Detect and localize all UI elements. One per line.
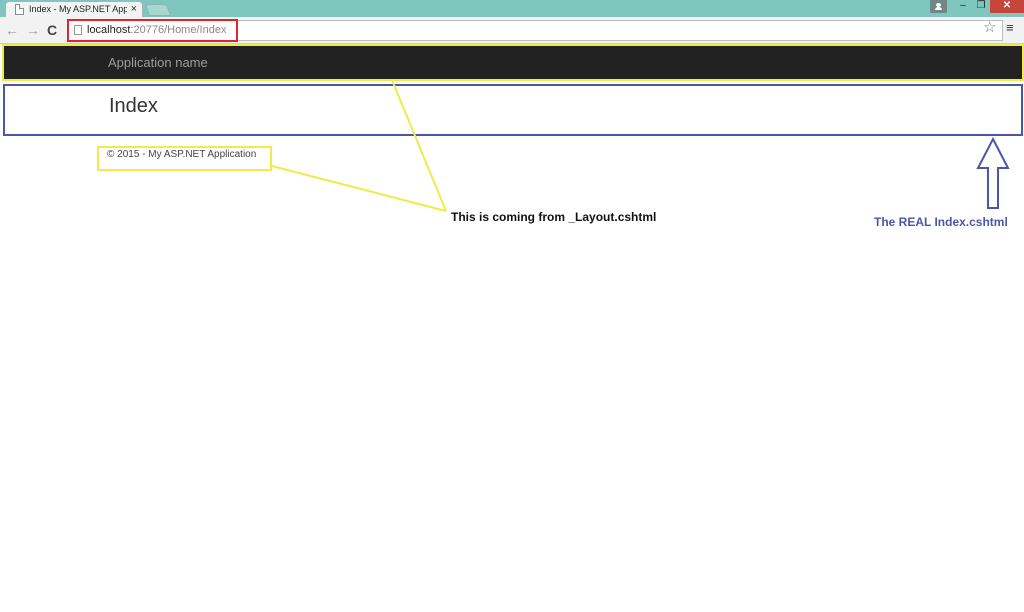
page-title: Index xyxy=(109,95,158,117)
profile-icon[interactable] xyxy=(930,0,947,13)
site-navbar: Application name xyxy=(2,44,1024,81)
index-content-box: Index xyxy=(3,84,1023,136)
browser-tab[interactable]: Index - My ASP.NET Appli × xyxy=(5,1,143,17)
browser-titlebar: Index - My ASP.NET Appli × – ❐ ✕ xyxy=(0,0,1024,17)
bookmark-star-icon[interactable]: ☆ xyxy=(983,19,996,37)
tab-title: Index - My ASP.NET Appli xyxy=(29,4,127,14)
close-window-button[interactable]: ✕ xyxy=(990,0,1024,13)
footer-text: © 2015 - My ASP.NET Application xyxy=(107,149,257,160)
new-tab-button[interactable] xyxy=(144,4,172,16)
index-annotation: The REAL Index.cshtml xyxy=(874,215,1008,229)
up-arrow-icon xyxy=(976,136,1010,209)
layout-annotation: This is coming from _Layout.cshtml xyxy=(451,210,657,224)
minimize-button[interactable]: – xyxy=(954,0,972,13)
reload-button[interactable]: C xyxy=(47,21,57,39)
menu-icon[interactable]: ≡ xyxy=(1006,21,1014,35)
forward-button[interactable]: → xyxy=(26,21,40,39)
browser-toolbar: ← → C localhost:20776/Home/Index xyxy=(0,17,1024,44)
back-button[interactable]: ← xyxy=(5,21,19,39)
footer-highlight-box: © 2015 - My ASP.NET Application xyxy=(97,146,272,171)
tab-close-icon[interactable]: × xyxy=(131,2,137,16)
brand-link[interactable]: Application name xyxy=(108,55,208,70)
url-highlight-box xyxy=(67,19,238,42)
maximize-button[interactable]: ❐ xyxy=(972,0,990,13)
page-icon xyxy=(15,4,24,15)
layout-arrow-line-bottom xyxy=(271,165,447,212)
